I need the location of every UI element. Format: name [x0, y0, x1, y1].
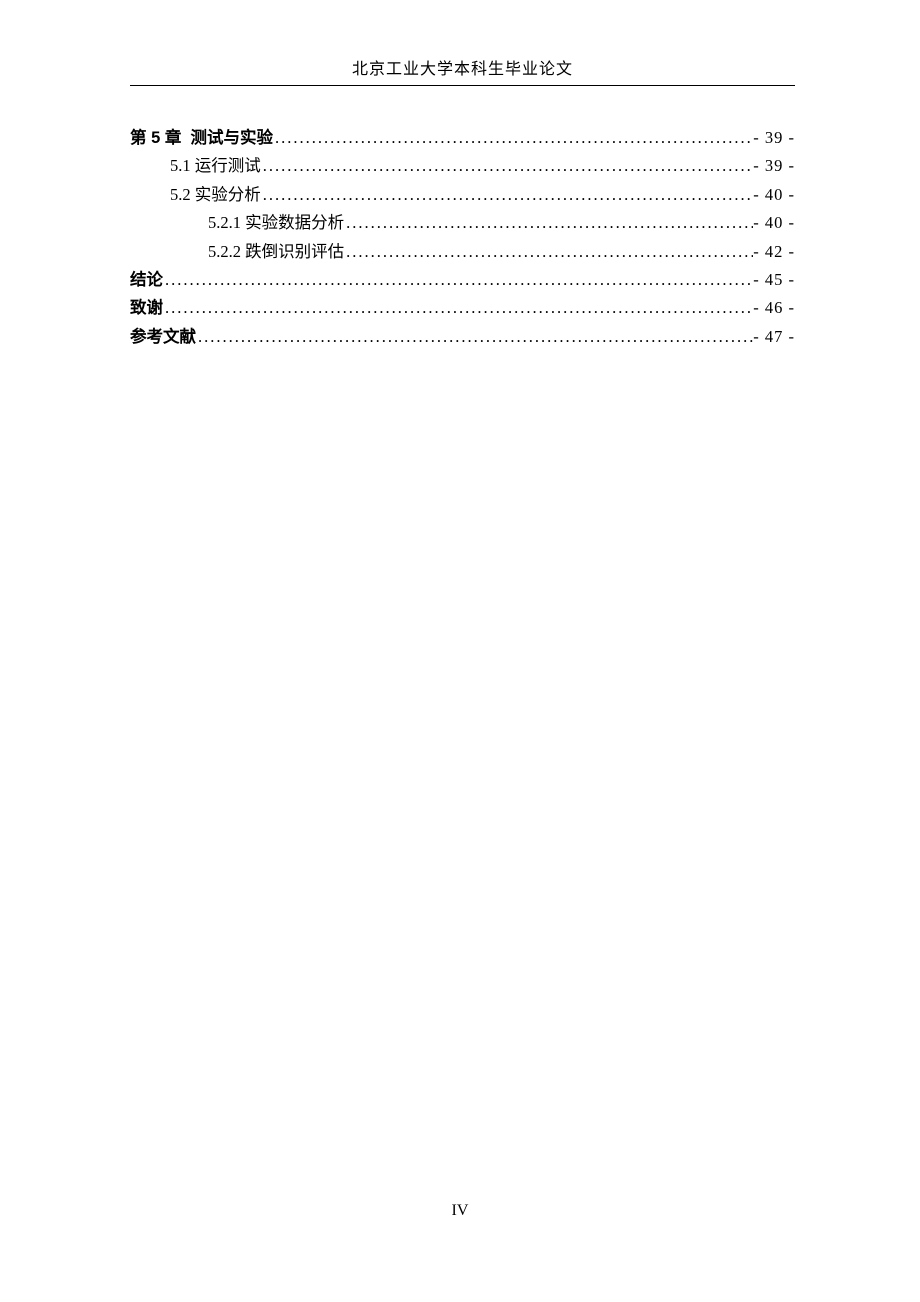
toc-label: 第 5 章 测试与实验 [130, 124, 273, 152]
toc-entry-conclusion: 结论 .....................................… [130, 266, 795, 294]
toc-page-number: - 47 - [753, 323, 795, 351]
toc-leader-dots: ........................................… [163, 266, 753, 294]
toc-page-number: - 40 - [753, 181, 795, 209]
header-title: 北京工业大学本科生毕业论文 [352, 61, 573, 78]
toc-leader-dots: ........................................… [344, 209, 753, 237]
toc-label: 5.2.1 实验数据分析 [208, 209, 344, 237]
toc-leader-dots: ........................................… [261, 181, 754, 209]
toc-leader-dots: ........................................… [273, 124, 753, 152]
page-footer: IV [0, 1202, 920, 1220]
toc-label: 5.1 运行测试 [170, 152, 261, 180]
toc-page-number: - 46 - [753, 294, 795, 322]
toc-label: 5.2.2 跌倒识别评估 [208, 238, 344, 266]
page-header: 北京工业大学本科生毕业论文 [130, 55, 795, 85]
toc-entry-chapter-5: 第 5 章 测试与实验 ............................… [130, 124, 795, 152]
toc-entry-5-1: 5.1 运行测试 ...............................… [130, 152, 795, 180]
toc-entry-references: 参考文献 ...................................… [130, 323, 795, 351]
toc-entry-5-2: 5.2 实验分析 ...............................… [130, 181, 795, 209]
toc-label: 致谢 [130, 294, 163, 322]
toc-leader-dots: ........................................… [163, 294, 753, 322]
toc-page-number: - 39 - [753, 124, 795, 152]
toc-entry-5-2-1: 5.2.1 实验数据分析 ...........................… [130, 209, 795, 237]
page-number: IV [452, 1202, 469, 1219]
toc-label: 5.2 实验分析 [170, 181, 261, 209]
toc-leader-dots: ........................................… [344, 238, 753, 266]
toc-page-number: - 39 - [753, 152, 795, 180]
toc-page-number: - 42 - [753, 238, 795, 266]
toc-label: 结论 [130, 266, 163, 294]
toc-entry-acknowledgements: 致谢 .....................................… [130, 294, 795, 322]
toc-leader-dots: ........................................… [196, 323, 753, 351]
toc-page-number: - 40 - [753, 209, 795, 237]
toc-page-number: - 45 - [753, 266, 795, 294]
toc-entry-5-2-2: 5.2.2 跌倒识别评估 ...........................… [130, 238, 795, 266]
header-rule [130, 85, 795, 86]
page-container: 北京工业大学本科生毕业论文 第 5 章 测试与实验 ..............… [0, 0, 920, 351]
table-of-contents: 第 5 章 测试与实验 ............................… [130, 124, 795, 351]
toc-leader-dots: ........................................… [261, 152, 754, 180]
toc-label: 参考文献 [130, 323, 196, 351]
